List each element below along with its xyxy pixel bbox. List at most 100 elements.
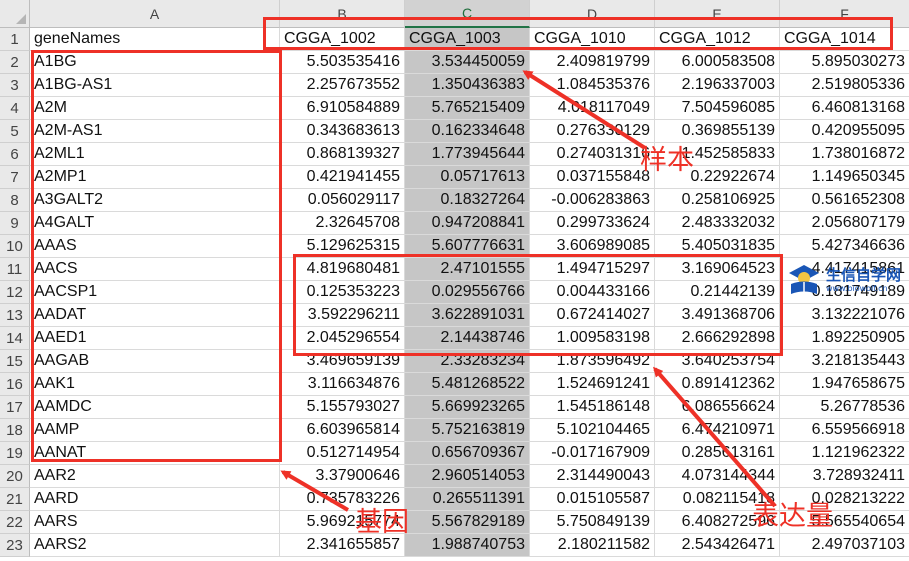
expression-value-cell[interactable]: 1.738016872 — [780, 143, 909, 166]
expression-value-cell[interactable]: 3.116634876 — [280, 373, 405, 396]
expression-value-cell[interactable]: 0.162334648 — [405, 120, 530, 143]
expression-value-cell[interactable]: 0.056029117 — [280, 189, 405, 212]
expression-value-cell[interactable]: 2.519805336 — [780, 74, 909, 97]
expression-value-cell[interactable]: 3.218135443 — [780, 350, 909, 373]
expression-value-cell[interactable]: 0.285613161 — [655, 442, 780, 465]
expression-value-cell[interactable]: 0.343683613 — [280, 120, 405, 143]
expression-value-cell[interactable]: 1.149650345 — [780, 166, 909, 189]
expression-value-cell[interactable]: 1.988740753 — [405, 534, 530, 557]
row-header[interactable]: 12 — [0, 281, 30, 304]
expression-value-cell[interactable]: 5.750849139 — [530, 511, 655, 534]
expression-value-cell[interactable]: 0.037155848 — [530, 166, 655, 189]
expression-value-cell[interactable]: 4.073144344 — [655, 465, 780, 488]
expression-value-cell[interactable]: 5.155793027 — [280, 396, 405, 419]
row-header[interactable]: 20 — [0, 465, 30, 488]
expression-value-cell[interactable]: 0.299733624 — [530, 212, 655, 235]
gene-name-cell[interactable]: AAR2 — [30, 465, 280, 488]
expression-value-cell[interactable]: 5.102104465 — [530, 419, 655, 442]
expression-value-cell[interactable]: 6.460813168 — [780, 97, 909, 120]
expression-value-cell[interactable]: 0.276330129 — [530, 120, 655, 143]
row-header[interactable]: 17 — [0, 396, 30, 419]
row-header[interactable]: 18 — [0, 419, 30, 442]
expression-value-cell[interactable]: 1.121962322 — [780, 442, 909, 465]
row-header[interactable]: 16 — [0, 373, 30, 396]
expression-value-cell[interactable]: 2.543426471 — [655, 534, 780, 557]
expression-value-cell[interactable]: 2.960514053 — [405, 465, 530, 488]
expression-value-cell[interactable]: 6.474210971 — [655, 419, 780, 442]
expression-value-cell[interactable]: -0.006283863 — [530, 189, 655, 212]
row-header[interactable]: 4 — [0, 97, 30, 120]
expression-value-cell[interactable]: 0.868139327 — [280, 143, 405, 166]
row-header[interactable]: 1 — [0, 28, 30, 51]
expression-value-cell[interactable]: 5.26778536 — [780, 396, 909, 419]
expression-value-cell[interactable]: 2.180211582 — [530, 534, 655, 557]
expression-value-cell[interactable]: 7.504596085 — [655, 97, 780, 120]
gene-name-cell[interactable]: AARD — [30, 488, 280, 511]
row-header[interactable]: 22 — [0, 511, 30, 534]
expression-value-cell[interactable]: 1.947658675 — [780, 373, 909, 396]
expression-value-cell[interactable]: 2.409819799 — [530, 51, 655, 74]
select-all-corner[interactable] — [0, 0, 30, 28]
expression-value-cell[interactable]: 0.421941455 — [280, 166, 405, 189]
expression-value-cell[interactable]: 0.947208841 — [405, 212, 530, 235]
gene-name-cell[interactable]: AARS — [30, 511, 280, 534]
expression-value-cell[interactable]: 6.000583508 — [655, 51, 780, 74]
row-header[interactable]: 15 — [0, 350, 30, 373]
expression-value-cell[interactable]: 3.728932411 — [780, 465, 909, 488]
expression-value-cell[interactable]: 1.350436383 — [405, 74, 530, 97]
expression-value-cell[interactable]: 0.420955095 — [780, 120, 909, 143]
expression-value-cell[interactable]: 5.669923265 — [405, 396, 530, 419]
expression-value-cell[interactable]: 0.015105587 — [530, 488, 655, 511]
expression-value-cell[interactable]: 1.773945644 — [405, 143, 530, 166]
expression-value-cell[interactable]: 5.765215409 — [405, 97, 530, 120]
expression-value-cell[interactable]: 2.056807179 — [780, 212, 909, 235]
row-header[interactable]: 13 — [0, 304, 30, 327]
expression-value-cell[interactable]: 2.314490043 — [530, 465, 655, 488]
expression-value-cell[interactable]: 6.086556624 — [655, 396, 780, 419]
expression-value-cell[interactable]: 1.545186148 — [530, 396, 655, 419]
expression-value-cell[interactable]: 5.895030273 — [780, 51, 909, 74]
expression-value-cell[interactable]: 2.32645708 — [280, 212, 405, 235]
expression-value-cell[interactable]: 5.567829189 — [405, 511, 530, 534]
expression-value-cell[interactable]: -0.017167909 — [530, 442, 655, 465]
expression-value-cell[interactable]: 1.524691241 — [530, 373, 655, 396]
expression-value-cell[interactable]: 6.603965814 — [280, 419, 405, 442]
header-cell-genenames[interactable]: geneNames — [30, 28, 280, 51]
row-header[interactable]: 3 — [0, 74, 30, 97]
expression-value-cell[interactable]: 5.503535416 — [280, 51, 405, 74]
expression-value-cell[interactable]: 6.559566918 — [780, 419, 909, 442]
expression-value-cell[interactable]: 5.752163819 — [405, 419, 530, 442]
expression-value-cell[interactable]: 3.37900646 — [280, 465, 405, 488]
expression-value-cell[interactable]: 3.534450059 — [405, 51, 530, 74]
expression-value-cell[interactable]: 0.561652308 — [780, 189, 909, 212]
expression-value-cell[interactable]: 0.265511391 — [405, 488, 530, 511]
expression-value-cell[interactable]: 2.257673552 — [280, 74, 405, 97]
expression-value-cell[interactable]: 0.656709367 — [405, 442, 530, 465]
row-header[interactable]: 6 — [0, 143, 30, 166]
row-header[interactable]: 9 — [0, 212, 30, 235]
expression-value-cell[interactable]: 0.891412362 — [655, 373, 780, 396]
row-header[interactable]: 5 — [0, 120, 30, 143]
row-header[interactable]: 11 — [0, 258, 30, 281]
expression-value-cell[interactable]: 1.892250905 — [780, 327, 909, 350]
expression-value-cell[interactable]: 0.258106925 — [655, 189, 780, 212]
row-header[interactable]: 23 — [0, 534, 30, 557]
expression-value-cell[interactable]: 4.018117049 — [530, 97, 655, 120]
expression-value-cell[interactable]: 0.274031316 — [530, 143, 655, 166]
row-header[interactable]: 10 — [0, 235, 30, 258]
expression-value-cell[interactable]: 5.481268522 — [405, 373, 530, 396]
column-header-a[interactable]: A — [30, 0, 280, 28]
gene-name-cell[interactable]: AARS2 — [30, 534, 280, 557]
expression-value-cell[interactable]: 2.497037103 — [780, 534, 909, 557]
expression-value-cell[interactable]: 6.910584889 — [280, 97, 405, 120]
expression-value-cell[interactable]: 5.427346636 — [780, 235, 909, 258]
row-header[interactable]: 7 — [0, 166, 30, 189]
row-header[interactable]: 2 — [0, 51, 30, 74]
expression-value-cell[interactable]: 2.483332032 — [655, 212, 780, 235]
row-header[interactable]: 19 — [0, 442, 30, 465]
expression-value-cell[interactable]: 0.05717613 — [405, 166, 530, 189]
expression-value-cell[interactable]: 0.512714954 — [280, 442, 405, 465]
expression-value-cell[interactable]: 0.18327264 — [405, 189, 530, 212]
expression-value-cell[interactable]: 1.084535376 — [530, 74, 655, 97]
expression-value-cell[interactable]: 2.196337003 — [655, 74, 780, 97]
